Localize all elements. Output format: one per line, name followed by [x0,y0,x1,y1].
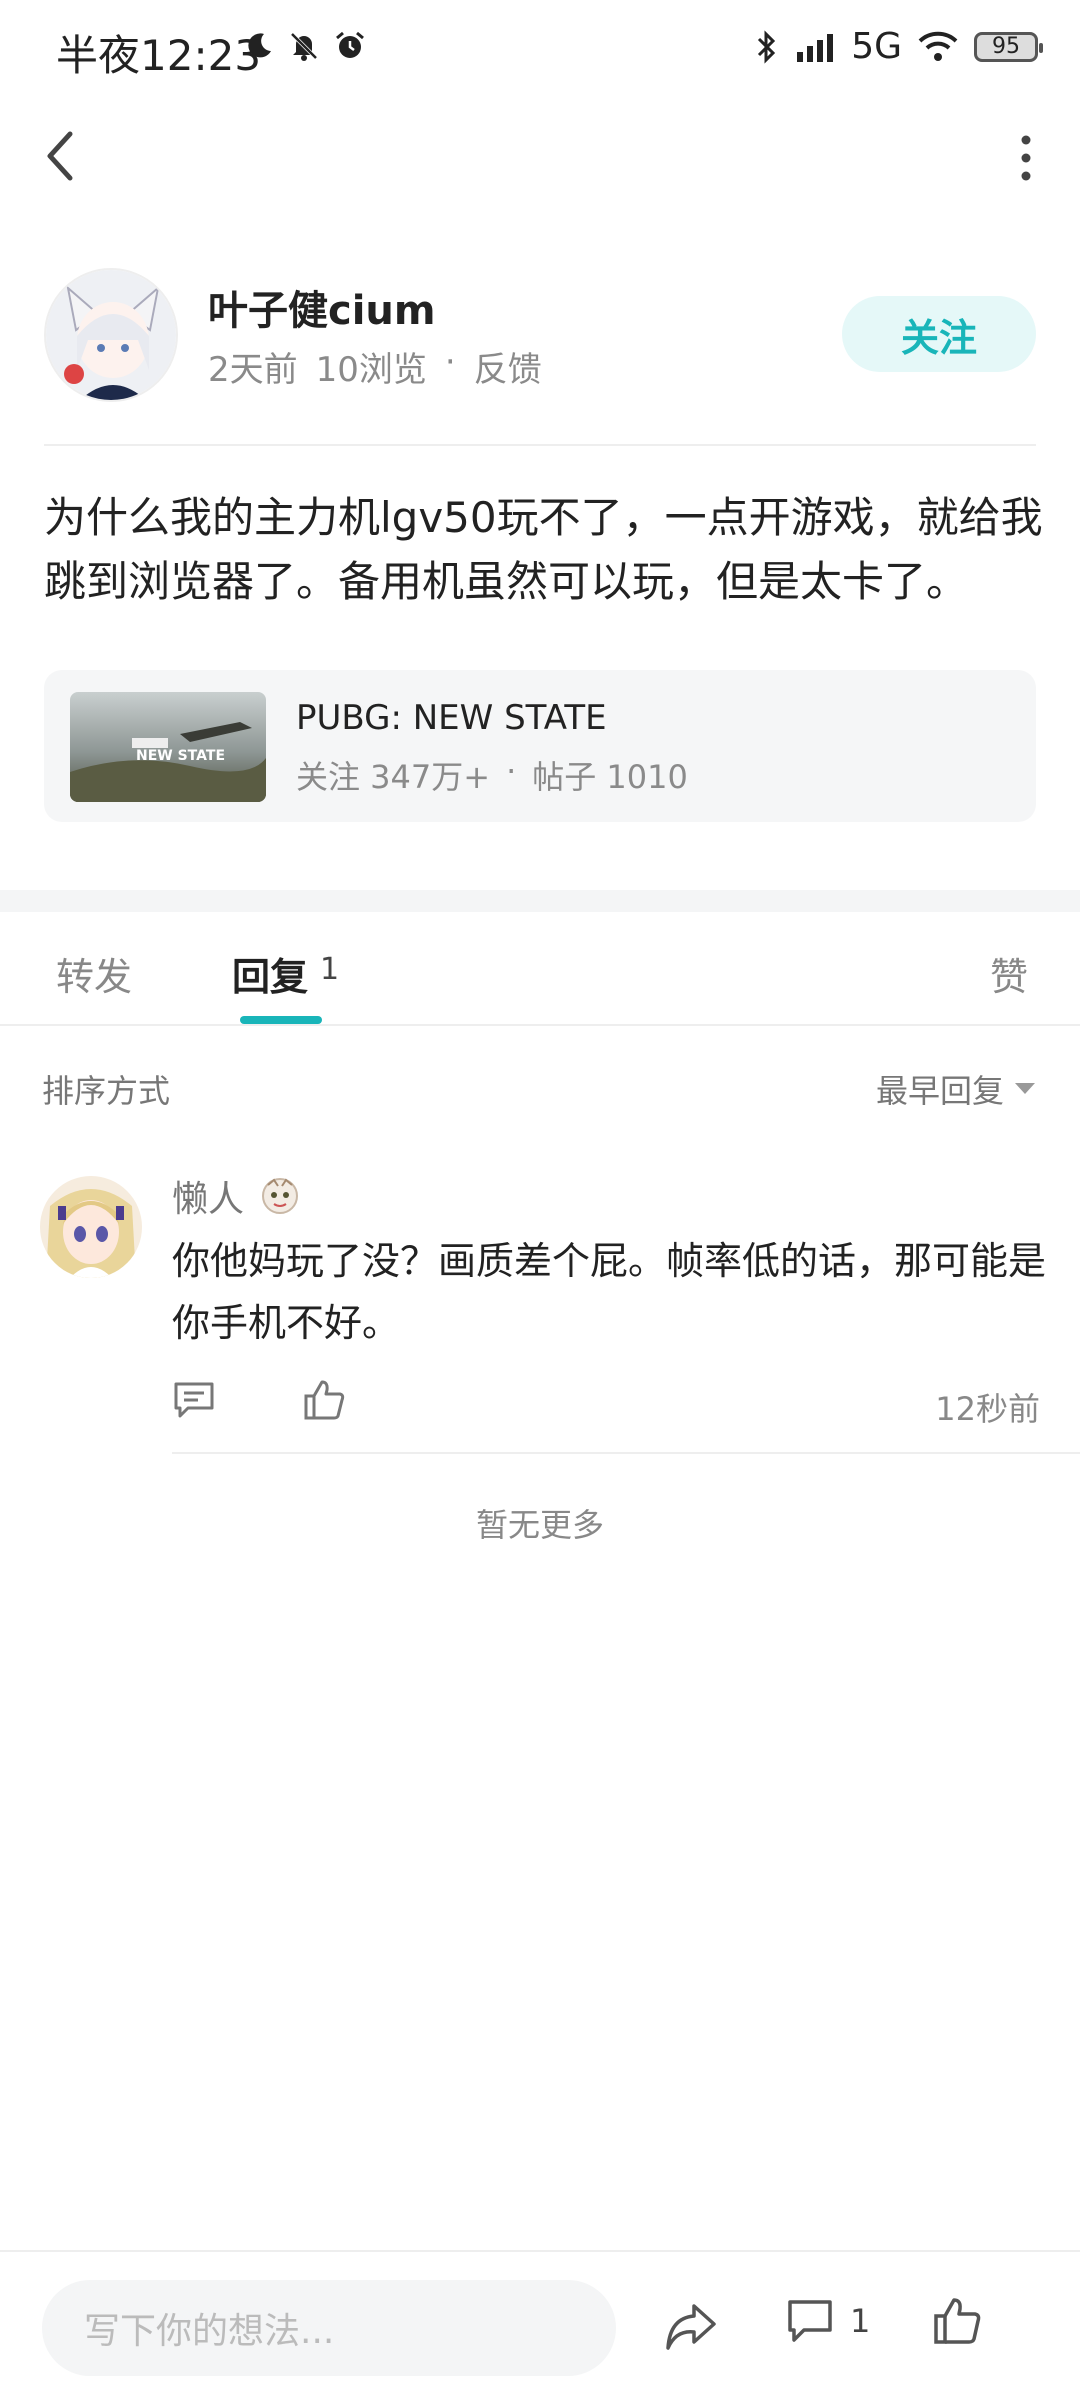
commenter-name[interactable]: 懒人 [172,1170,244,1222]
comment-reply-button[interactable] [172,1380,216,1420]
game-stats: 关注 347万+ · 帖子 1010 [296,752,688,798]
thumbs-up-icon [934,2298,981,2344]
game-card[interactable]: NEW STATE PUBG: NEW STATE 关注 347万+ · 帖子 … [44,670,1036,822]
chevron-left-icon [47,131,73,181]
tab-forward[interactable]: 转发 [56,946,132,1001]
comment-input[interactable]: 写下你的想法... [42,2280,616,2376]
post-views: 10浏览 [315,350,427,390]
section-gap [0,890,1080,912]
tab-like[interactable]: 赞 [990,946,1028,1001]
game-followers: 关注 347万+ [296,758,491,796]
post-time: 2天前 [208,350,298,390]
share-button[interactable] [664,2302,718,2352]
divider [0,2250,1080,2252]
author-name[interactable]: 叶子健cium [208,278,436,336]
post-body: 为什么我的主力机lgv50玩不了，一点开游戏，就给我跳到浏览器了。备用机虽然可以… [44,493,1043,606]
alarm-icon [334,30,366,62]
battery-icon: 95 [974,31,1043,62]
follow-button[interactable]: 关注 [842,296,1036,372]
more-options-button[interactable] [1014,130,1038,186]
sort-label: 排序方式 [42,1072,171,1110]
status-left-icons [244,30,366,62]
game-thumbnail: NEW STATE [70,692,266,802]
status-time: 半夜12:23 [56,31,262,80]
back-button[interactable] [40,126,84,186]
sort-dropdown[interactable]: 最早回复 [876,1066,1036,1112]
comment-count-button[interactable]: 1 [786,2298,870,2344]
caret-down-icon [1014,1082,1036,1096]
tab-indicator [240,1016,322,1024]
commenter-name-row: 懒人 [172,1170,302,1222]
sort-selected: 最早回复 [875,1072,1004,1110]
bell-off-icon [288,30,320,62]
status-bar: 半夜12:23 5G 95 [0,0,1080,96]
game-thumb-text: NEW STATE [136,748,225,764]
comment-like-button[interactable] [302,1378,346,1422]
status-right-icons: 5G 95 [755,26,1043,67]
divider [172,1452,1080,1454]
post-meta: 2天前 10浏览 · 反馈 [208,342,542,391]
author-avatar[interactable] [44,268,178,402]
thumbs-up-icon [304,1380,345,1420]
comment-text: 你他妈玩了没？画质差个屁。帧率低的话，那可能是你手机不好。 [172,1239,1047,1345]
share-icon [666,2304,716,2350]
divider [0,1024,1080,1026]
moon-icon [244,31,274,61]
stats-separator: · [506,752,517,790]
comment-count: 1 [850,2302,871,2340]
game-name: PUBG: NEW STATE [296,698,607,738]
comment-time: 12秒前 [935,1390,1040,1428]
wifi-icon [918,31,958,63]
battery-level: 95 [992,34,1020,59]
comment-icon [174,1382,214,1418]
signal-icon [795,32,835,62]
feedback-link[interactable]: 反馈 [474,342,542,391]
no-more-text: 暂无更多 [475,1506,604,1544]
commenter-avatar[interactable] [40,1176,142,1278]
divider [44,444,1036,446]
tab-reply-count: 1 [320,952,340,987]
bluetooth-icon [755,29,779,65]
comment-icon [786,2298,834,2344]
more-vertical-icon [1021,135,1031,181]
game-posts: 帖子 1010 [532,758,688,796]
meta-separator: · [444,342,456,382]
user-badge-icon [258,1176,302,1216]
comment-input-placeholder: 写下你的想法... [84,2311,335,2352]
tab-reply[interactable]: 回复 [232,946,308,1001]
like-button[interactable] [932,2296,982,2346]
network-type: 5G [851,26,902,67]
